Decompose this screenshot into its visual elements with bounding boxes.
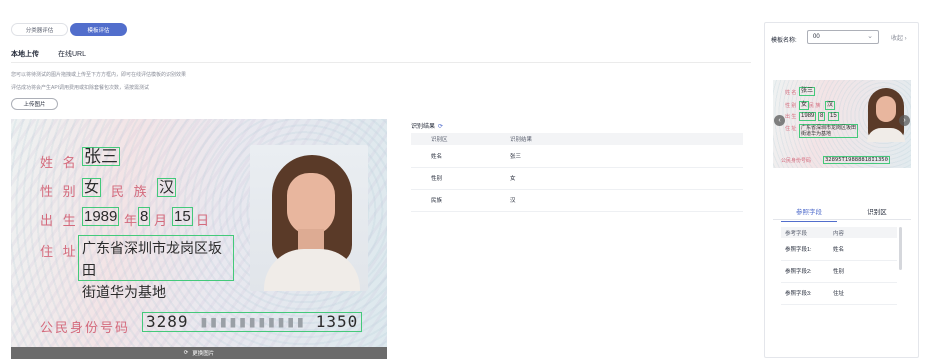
thumb-value-sex: 女 bbox=[799, 101, 810, 110]
card-value-sex: 女 bbox=[82, 178, 102, 197]
table-row: 性别 女 bbox=[411, 167, 743, 190]
table-cell: 参照字段1: bbox=[781, 238, 829, 261]
card-address-line-1: 广东省深圳市龙岗区坂田 bbox=[82, 240, 222, 278]
card-label-month: 月 bbox=[154, 213, 171, 228]
template-select[interactable]: 00 ⌄ bbox=[807, 30, 879, 44]
upload-source-tabs: 本地上传 在线URL bbox=[11, 49, 86, 63]
upload-hint: 您可以将待测试的图片拖拽或上传至下方方框内，即可在线评估模板的识别效果 bbox=[11, 72, 187, 78]
column-header: 参考字段 bbox=[781, 227, 829, 238]
tab-classifier-eval[interactable]: 分类器评估 bbox=[11, 23, 68, 36]
result-title-text: 识别结果 bbox=[411, 124, 436, 130]
template-panel: 模板名称: 00 ⌄ 收起 › 姓 名 张三 性 别 女 民 族 汉 出 生 1… bbox=[764, 22, 919, 358]
card-value-name: 张三 bbox=[82, 147, 120, 166]
card-label-sex: 性 别 bbox=[40, 184, 79, 199]
thumb-label-id: 公民身份号码 bbox=[781, 158, 812, 164]
template-name-label: 模板名称: bbox=[771, 38, 797, 44]
card-label-id-number: 公民身份号码 bbox=[40, 320, 131, 335]
billing-hint: 评估成功将会产生API调用费用或扣除套餐包次数，请按需测试 bbox=[11, 85, 150, 91]
thumb-value-birth-month: 8 bbox=[818, 112, 826, 121]
mode-tabs: 分类器评估 模板评估 bbox=[11, 23, 127, 36]
prev-arrow-icon[interactable]: ‹ bbox=[774, 115, 785, 126]
id-number-start: 3289 bbox=[146, 312, 189, 331]
field-header-row: 参考字段 内容 bbox=[781, 227, 897, 238]
tabs-divider bbox=[11, 62, 751, 63]
collapse-button[interactable]: 收起 › bbox=[891, 33, 907, 42]
thumb-value-name: 张三 bbox=[799, 87, 816, 96]
id-number-end: 1350 bbox=[315, 312, 359, 331]
card-value-birth-month: 8 bbox=[138, 207, 151, 226]
upload-image-button[interactable]: 上传图片 bbox=[11, 98, 58, 110]
card-value-birth-day: 15 bbox=[172, 207, 193, 226]
image-preview[interactable]: 姓 名 张三 性 别 女 民 族 汉 出 生 1989 年 8 月 15 日 住… bbox=[11, 119, 387, 359]
table-cell: 姓名 bbox=[829, 238, 897, 261]
thumb-label-address: 住 址 bbox=[785, 126, 797, 132]
template-thumbnail: 姓 名 张三 性 别 女 民 族 汉 出 生 1989 8 15 住 址 广东省… bbox=[773, 80, 911, 168]
replace-image-label: 更换图片 bbox=[192, 351, 215, 357]
table-cell: 汉 bbox=[510, 189, 743, 212]
thumb-label-name: 姓 名 bbox=[785, 90, 797, 96]
table-row: 姓名 张三 bbox=[411, 145, 743, 168]
table-cell: 张三 bbox=[510, 145, 743, 168]
thumb-address-line-2: 街道华为基地 bbox=[801, 131, 832, 137]
tab-local-upload[interactable]: 本地上传 bbox=[11, 49, 39, 63]
table-cell: 性别 bbox=[411, 167, 510, 190]
table-cell: 住址 bbox=[829, 282, 897, 305]
table-scrollbar[interactable] bbox=[899, 227, 902, 270]
card-label-ethnic: 民 族 bbox=[111, 184, 150, 199]
thumb-label-sex: 性 别 bbox=[785, 103, 797, 109]
table-cell: 姓名 bbox=[411, 145, 510, 168]
next-arrow-icon[interactable]: › bbox=[899, 115, 910, 126]
thumb-value-ethnic: 汉 bbox=[825, 101, 836, 110]
panel-tabs-divider bbox=[773, 219, 911, 220]
thumb-label-birth: 出 生 bbox=[785, 114, 797, 120]
column-header: 内容 bbox=[829, 227, 897, 238]
refresh-result-icon[interactable]: ⟳ bbox=[438, 124, 443, 130]
replace-image-button[interactable]: ⟳ 更换图片 bbox=[11, 347, 387, 359]
table-cell: 参照字段2: bbox=[781, 260, 829, 283]
tab-template-eval[interactable]: 模板评估 bbox=[70, 23, 127, 36]
thumb-value-address: 广东省深圳市龙岗区坂田 街道华为基地 bbox=[799, 124, 859, 138]
chevron-right-icon: › bbox=[903, 36, 907, 42]
column-header: 识别区 bbox=[411, 133, 510, 145]
thumb-value-birth-day: 15 bbox=[828, 112, 839, 121]
result-title: 识别结果 ⟳ bbox=[411, 121, 443, 130]
card-value-address: 广东省深圳市龙岗区坂田 街道华为基地 bbox=[78, 235, 234, 300]
result-table: 识别区 识别结果 姓名 张三 性别 女 民族 汉 bbox=[411, 133, 743, 212]
id-card-image: 姓 名 张三 性 别 女 民 族 汉 出 生 1989 年 8 月 15 日 住… bbox=[11, 119, 387, 347]
column-header: 识别结果 bbox=[510, 133, 743, 145]
card-label-day: 日 bbox=[196, 213, 213, 228]
table-row: 民族 汉 bbox=[411, 189, 743, 212]
card-label-name: 姓 名 bbox=[40, 155, 79, 170]
card-address-line-2: 街道华为基地 bbox=[82, 284, 166, 300]
table-row: 参照字段2: 性别 bbox=[781, 260, 897, 283]
reference-field-table: 参考字段 内容 参照字段1: 姓名 参照字段2: 性别 参照字段3: 住址 bbox=[781, 227, 897, 305]
tab-online-url[interactable]: 在线URL bbox=[58, 49, 86, 63]
chevron-down-icon: ⌄ bbox=[867, 33, 873, 40]
portrait-photo bbox=[250, 145, 368, 291]
card-value-ethnic: 汉 bbox=[157, 178, 177, 197]
refresh-icon: ⟳ bbox=[183, 350, 189, 356]
thumb-label-ethnic: 民 族 bbox=[809, 103, 821, 109]
card-value-id-number: 3289 ▮▮▮▮▮▮▮▮▮▮▮ 1350 bbox=[142, 312, 363, 332]
table-cell: 女 bbox=[510, 167, 743, 190]
card-value-birth-year: 1989 bbox=[82, 207, 120, 226]
thumb-value-birth-year: 1989 bbox=[799, 112, 817, 121]
table-row: 参照字段1: 姓名 bbox=[781, 238, 897, 261]
collapse-label: 收起 bbox=[891, 36, 904, 42]
table-cell: 参照字段3: bbox=[781, 282, 829, 305]
table-row: 参照字段3: 住址 bbox=[781, 282, 897, 305]
table-cell: 民族 bbox=[411, 189, 510, 212]
card-label-address: 住 址 bbox=[40, 244, 79, 259]
table-cell: 性别 bbox=[829, 260, 897, 283]
thumb-value-id-number: 32895T19888818I1350 bbox=[823, 156, 890, 164]
result-header-row: 识别区 识别结果 bbox=[411, 133, 743, 145]
card-label-birth: 出 生 bbox=[40, 213, 79, 228]
template-select-value: 00 bbox=[813, 34, 820, 40]
